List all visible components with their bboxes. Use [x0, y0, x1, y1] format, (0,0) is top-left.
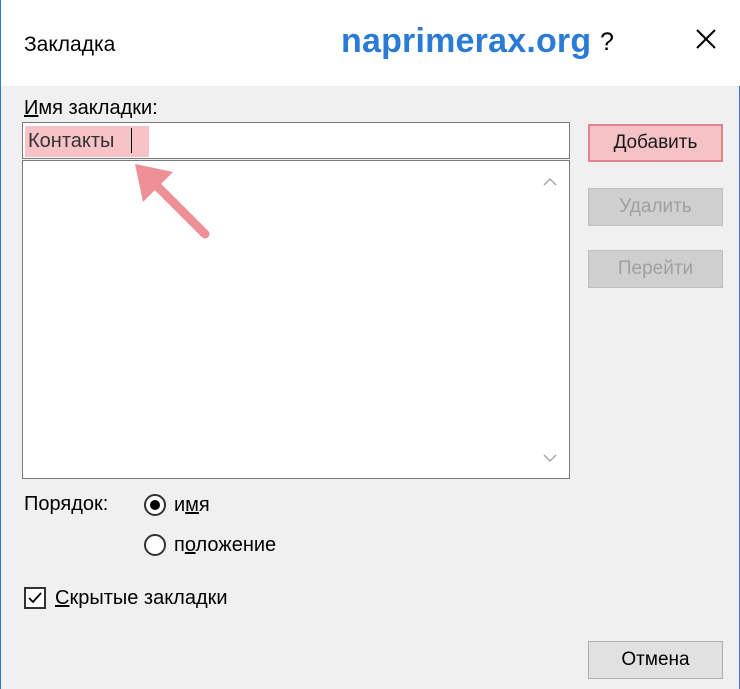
order-label: Порядок: [24, 493, 109, 515]
check-rest: крытые закладки [69, 587, 228, 609]
bookmark-name-value: Контакты [28, 130, 115, 152]
opt-accel: о [184, 534, 196, 556]
scroll-up-button[interactable] [539, 171, 561, 193]
scroll-down-button[interactable] [539, 447, 561, 469]
hidden-bookmarks-label[interactable]: Скрытые закладки [55, 587, 228, 610]
sort-by-name-radio[interactable] [144, 494, 166, 516]
opt-pre: и [174, 494, 186, 516]
add-label-rest: обавить [626, 132, 698, 153]
delete-button[interactable]: Удалить [588, 188, 723, 226]
annotation-arrow-icon [135, 164, 210, 239]
bookmark-dialog: Закладка naprimerax.org ? Имя закладки: … [0, 0, 740, 689]
hidden-bookmarks-checkbox[interactable] [24, 587, 46, 609]
close-button[interactable] [689, 22, 723, 56]
bookmark-name-label: Имя закладки: [24, 97, 158, 120]
opt-post: ложение [195, 534, 277, 556]
add-accel-char: Д [613, 132, 627, 153]
label-rest: мя закладки: [38, 97, 158, 119]
cancel-button[interactable]: Отмена [588, 641, 723, 679]
watermark-text: naprimerax.org [341, 22, 592, 60]
close-icon [696, 29, 716, 49]
bookmark-name-input[interactable]: Контакты [22, 122, 570, 159]
opt-pre: п [174, 534, 185, 556]
sort-by-name-label[interactable]: имя [174, 494, 210, 517]
add-button[interactable]: Добавить [588, 124, 723, 162]
check-accel: С [55, 587, 70, 609]
bookmark-list[interactable] [22, 160, 570, 479]
label-accel-char: И [24, 97, 39, 119]
opt-accel: м [185, 494, 199, 516]
chevron-down-icon [543, 454, 557, 463]
chevron-up-icon [543, 177, 557, 186]
sort-by-position-radio[interactable] [144, 534, 166, 556]
checkmark-icon [28, 592, 42, 604]
sort-by-position-label[interactable]: положение [174, 534, 276, 557]
opt-post: я [198, 494, 210, 516]
help-button[interactable]: ? [600, 28, 614, 57]
title-bar: Закладка naprimerax.org ? [1, 0, 740, 86]
dialog-title: Закладка [24, 33, 116, 56]
goto-button[interactable]: Перейти [588, 250, 723, 288]
text-caret [131, 128, 132, 153]
